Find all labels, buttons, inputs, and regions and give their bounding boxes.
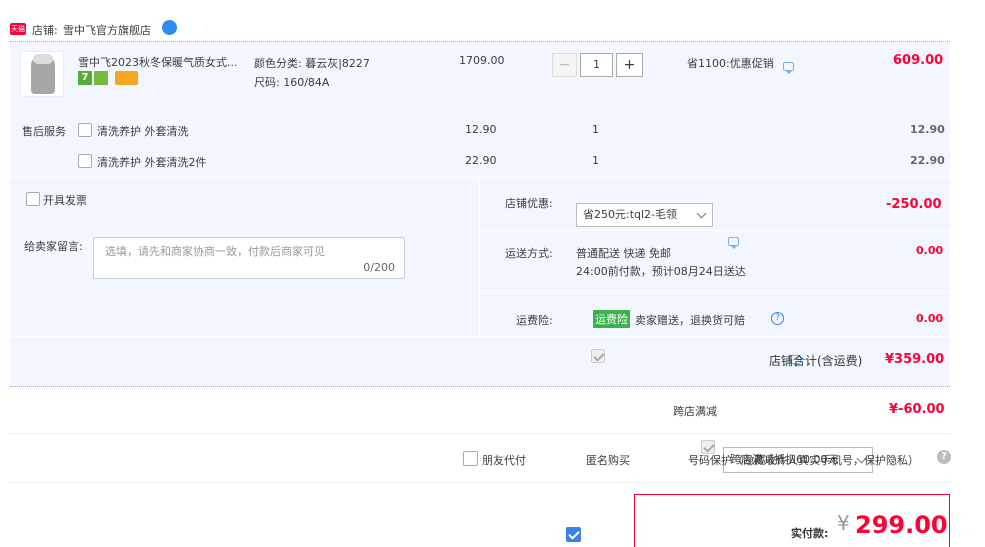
insurance-text: 卖家赠送，退换货可赔	[635, 314, 745, 327]
shop-discount-selected: 省250元:tql2-毛领	[583, 208, 678, 221]
quantity-input[interactable]: 1	[580, 53, 613, 77]
discount-info-icon[interactable]	[783, 61, 794, 74]
quantity-decrease-button[interactable]: −	[552, 53, 577, 77]
seven-day-return-icon: 7	[78, 71, 92, 85]
after-sales-option-2-total: 22.90	[910, 154, 945, 167]
shop-total-label: 店铺合计(含运费)	[769, 354, 863, 368]
cross-store-amount: ¥-60.00	[889, 402, 945, 417]
right-divider-2	[481, 292, 950, 293]
quantity-increase-button[interactable]: +	[616, 53, 643, 77]
insurance-label: 运费险:	[516, 314, 553, 327]
friend-pay-label: 朋友代付	[482, 454, 526, 467]
cross-store-label: 跨店满减	[673, 405, 717, 418]
message-placeholder: 选填，请先和商家协商一致，付款后商家可见	[105, 245, 325, 258]
message-label: 给卖家留言:	[24, 240, 83, 253]
shop-discount-info-icon[interactable]	[728, 236, 739, 249]
cross-store-divider	[10, 433, 950, 434]
quantity-stepper: − 1 +	[552, 53, 644, 77]
insurance-tag: 运费险	[593, 310, 630, 328]
wangwang-chat-icon[interactable]	[162, 20, 177, 35]
insurance-checkbox[interactable]	[590, 349, 605, 363]
shop-name-link[interactable]: 雪中飞官方旗舰店	[63, 22, 151, 38]
shipping-method: 普通配送 快递 免邮	[576, 247, 671, 260]
product-title-link[interactable]: 雪中飞2023秋冬保暖气质女式...	[78, 54, 237, 70]
payment-label: 实付款:	[791, 527, 829, 540]
shipping-note: 24:00前付款，预计08月24日送达	[576, 265, 746, 278]
product-thumbnail[interactable]	[20, 51, 64, 97]
shop-label: 店铺:	[32, 24, 58, 37]
message-counter: 0/200	[363, 261, 395, 274]
friend-pay-checkbox[interactable]	[463, 451, 478, 466]
right-divider-1	[481, 230, 950, 231]
after-sales-option-1-checkbox[interactable]	[78, 123, 92, 137]
unit-price: 1709.00	[459, 54, 505, 67]
after-sales-option-1-name: 清洗养护 外套清洗	[97, 125, 189, 138]
after-sales-option-1-total: 12.90	[910, 123, 945, 136]
shipping-amount: 0.00	[916, 244, 944, 257]
after-sales-option-2-price: 22.90	[465, 154, 497, 167]
question-icon[interactable]: ?	[937, 450, 951, 464]
shop-discount-select[interactable]: 省250元:tql2-毛领	[576, 203, 713, 227]
chevron-down-icon	[696, 208, 707, 219]
payment-currency: ¥	[837, 511, 850, 535]
shop-discount-amount: -250.00	[886, 197, 942, 212]
total-divider	[10, 336, 950, 337]
shop-total-amount: ¥359.00	[885, 352, 945, 367]
after-sales-label: 售后服务	[22, 125, 66, 138]
invoice-checkbox[interactable]	[26, 192, 40, 206]
anonymous-checkbox[interactable]	[566, 527, 581, 542]
item-total-price: 609.00	[893, 53, 944, 68]
after-sales-option-2-name: 清洗养护 外套清洗2件	[97, 156, 207, 169]
payment-box: 实付款: ¥ 299.00	[634, 494, 950, 547]
invoice-label: 开具发票	[43, 194, 87, 207]
product-color-attr: 颜色分类: 暮云灰|8227	[254, 57, 370, 70]
tmall-badge: 天猫	[10, 23, 26, 35]
anonymous-label: 匿名购买	[586, 454, 630, 467]
shop-total-divider	[10, 386, 950, 387]
payment-amount: 299.00	[855, 511, 948, 539]
guarantee-icon	[94, 71, 108, 85]
shop-discount-label: 店铺优惠:	[505, 197, 553, 210]
shop-header: 天猫 店铺: 雪中飞官方旗舰店	[10, 20, 950, 42]
after-sales-option-2-checkbox[interactable]	[78, 154, 92, 168]
privacy-protect-label: 号码保护（隐藏收件人真实手机号，保护隐私）	[688, 454, 919, 467]
after-sales-option-1-price: 12.90	[465, 123, 497, 136]
insurance-amount: 0.00	[916, 312, 944, 325]
after-sales-option-1-qty: 1	[592, 123, 599, 136]
product-size-attr: 尺码: 160/84A	[254, 76, 330, 89]
after-sales-option-2-qty: 1	[592, 154, 599, 167]
item-discount-text: 省1100:优惠促销	[687, 57, 774, 70]
options-divider	[10, 482, 950, 483]
shipping-label: 运送方式:	[505, 247, 553, 260]
credit-card-icon	[115, 71, 138, 85]
message-textarea[interactable]: 选填，请先和商家协商一致，付款后商家可见 0/200	[93, 237, 405, 279]
help-icon[interactable]: ?	[771, 312, 784, 325]
